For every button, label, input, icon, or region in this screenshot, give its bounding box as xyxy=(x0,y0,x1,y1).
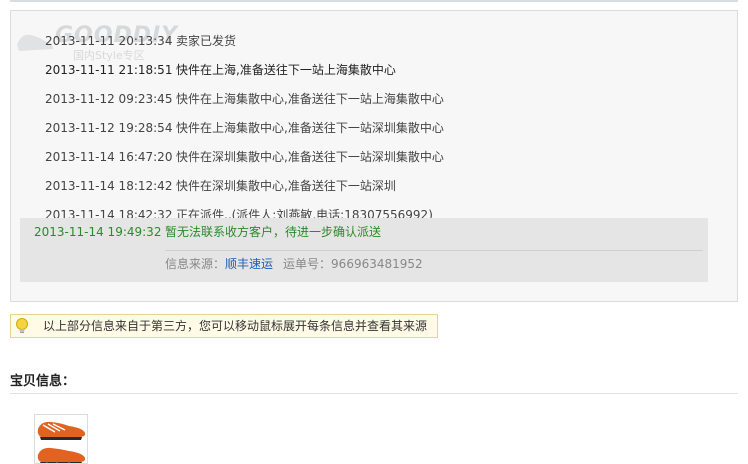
product-thumbnail[interactable] xyxy=(34,414,88,464)
source-divider xyxy=(165,250,703,251)
item-info-title: 宝贝信息： xyxy=(10,374,76,389)
tracking-number-label: 运单号： xyxy=(283,257,332,271)
event-description: 快件在上海集散中心,准备送往下一站上海集散中心 xyxy=(176,92,444,106)
event-description: 卖家已发货 xyxy=(176,34,237,48)
event-time: 2013-11-14 18:12:42 xyxy=(45,179,173,193)
carrier-link[interactable]: 顺丰速运 xyxy=(225,257,273,271)
tracking-event[interactable]: 2013-11-14 16:47:20 快件在深圳集散中心,准备送往下一站深圳集… xyxy=(31,143,719,172)
tracking-event-list: 2013-11-11 20:13:34 卖家已发货 2013-11-11 21:… xyxy=(31,27,719,230)
latest-event-description: 暂无法联系收方客户，待进一步确认派送 xyxy=(165,225,382,239)
third-party-notice: 以上部分信息来自于第三方，您可以移动鼠标展开每条信息并查看其来源 xyxy=(10,314,438,338)
top-divider xyxy=(10,0,738,2)
event-description: 快件在深圳集散中心,准备送往下一站深圳 xyxy=(176,179,396,193)
latest-event-time: 2013-11-14 19:49:32 xyxy=(34,225,162,239)
event-description: 快件在深圳集散中心,准备送往下一站深圳集散中心 xyxy=(176,150,444,164)
football-boot-image xyxy=(37,421,86,463)
section-divider xyxy=(10,393,738,394)
event-time: 2013-11-12 19:28:54 xyxy=(45,121,173,135)
source-label: 信息来源： xyxy=(165,257,226,271)
event-time: 2013-11-12 09:23:45 xyxy=(45,92,173,106)
lightbulb-icon xyxy=(16,318,28,333)
tracking-event[interactable]: 2013-11-12 09:23:45 快件在上海集散中心,准备送往下一站上海集… xyxy=(31,85,719,114)
tracking-event[interactable]: 2013-11-11 20:13:34 卖家已发货 xyxy=(31,27,719,56)
info-source: 信息来源：顺丰速运 运单号：966963481952 xyxy=(165,254,423,274)
event-time: 2013-11-11 21:18:51 xyxy=(45,63,173,77)
tracking-event[interactable]: 2013-11-11 21:18:51 快件在上海,准备送往下一站上海集散中心 xyxy=(31,56,719,85)
latest-tracking-event[interactable]: 2013-11-14 19:49:32 暂无法联系收方客户，待进一步确认派送 信… xyxy=(20,218,708,282)
event-time: 2013-11-14 16:47:20 xyxy=(45,150,173,164)
event-description: 快件在上海,准备送往下一站上海集散中心 xyxy=(176,63,396,77)
tracking-event[interactable]: 2013-11-14 18:12:42 快件在深圳集散中心,准备送往下一站深圳 xyxy=(31,172,719,201)
tracking-event[interactable]: 2013-11-12 19:28:54 快件在上海集散中心,准备送往下一站深圳集… xyxy=(31,114,719,143)
notice-text: 以上部分信息来自于第三方，您可以移动鼠标展开每条信息并查看其来源 xyxy=(43,319,428,333)
event-time: 2013-11-11 20:13:34 xyxy=(45,34,173,48)
event-description: 快件在上海集散中心,准备送往下一站深圳集散中心 xyxy=(176,121,444,135)
tracking-number: 966963481952 xyxy=(331,257,423,271)
